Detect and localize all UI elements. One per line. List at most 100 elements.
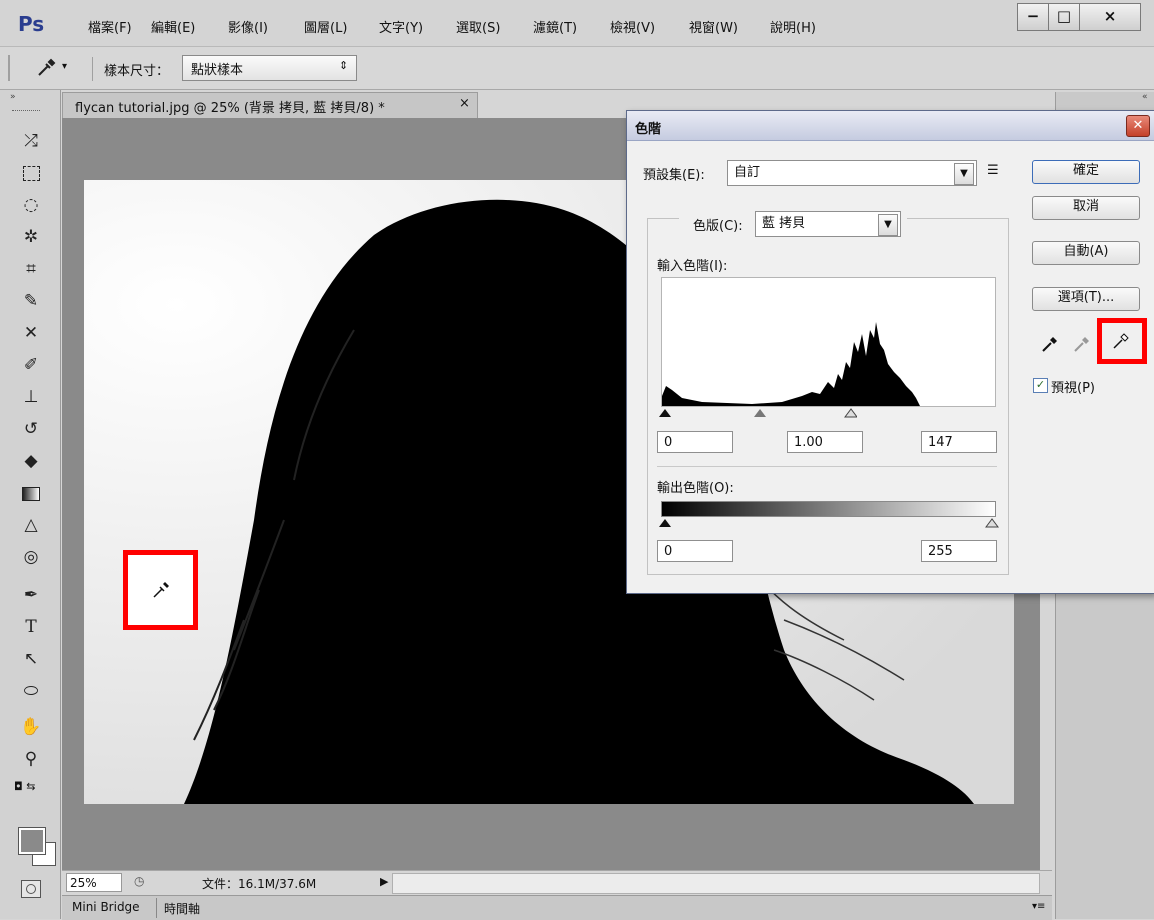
gray-point-eyedropper-icon[interactable] xyxy=(1071,333,1093,355)
output-white-slider[interactable] xyxy=(985,518,999,528)
input-black-field[interactable]: 0 xyxy=(657,431,733,453)
chevron-down-icon: ▼ xyxy=(878,214,898,236)
options-bar: ▾ 樣本尺寸： 點狀樣本 ⇕ xyxy=(0,47,1154,90)
blur-tool-icon[interactable]: △ xyxy=(18,512,44,538)
sample-size-value: 點狀樣本 xyxy=(191,63,244,78)
tab-close-icon[interactable]: × xyxy=(459,96,470,111)
output-black-slider[interactable] xyxy=(659,519,671,527)
menu-edit[interactable]: 編輯(E) xyxy=(151,17,195,36)
divider xyxy=(92,57,93,81)
panel-menu-icon[interactable]: ▾≡ xyxy=(1032,901,1045,912)
input-gamma-field[interactable]: 1.00 xyxy=(787,431,863,453)
dialog-close-button[interactable]: ✕ xyxy=(1126,115,1150,137)
menu-bar: Ps 檔案(F) 編輯(E) 影像(I) 圖層(L) 文字(Y) 選取(S) 濾… xyxy=(0,0,1154,47)
input-white-slider[interactable] xyxy=(844,408,857,418)
move-tool-icon[interactable]: ⤮ xyxy=(18,128,44,154)
menu-type[interactable]: 文字(Y) xyxy=(379,17,423,36)
dialog-title-bar[interactable]: 色階 ✕ xyxy=(627,111,1154,141)
status-bar: 25% ◷ 文件：16.1M/37.6M ▶ xyxy=(62,870,1052,895)
input-black-slider[interactable] xyxy=(659,409,671,417)
maximize-button[interactable]: □ xyxy=(1048,3,1080,31)
input-gamma-slider[interactable] xyxy=(754,409,766,417)
preset-options-icon[interactable]: ☰ xyxy=(987,163,999,178)
status-arrow-icon[interactable]: ▶ xyxy=(380,875,388,888)
preset-value: 自訂 xyxy=(734,165,761,180)
input-white-field[interactable]: 147 xyxy=(921,431,997,453)
zoom-tool-icon[interactable]: ⚲ xyxy=(18,746,44,772)
tools-panel: » ⤮ ◌ ✲ ⌗ ✎ ✕ ✐ ⊥ ↺ ◆ △ ◎ ✒ T ↖ ⬭ ✋ ⚲ ◘ … xyxy=(0,90,61,919)
levels-dialog: 色階 ✕ 預設集(E): 自訂 ▼ ☰ 色版(C): 藍 拷貝 ▼ 輸入色階(I… xyxy=(626,110,1154,594)
stamp-tool-icon[interactable]: ⊥ xyxy=(18,384,44,410)
auto-button[interactable]: 自動(A) xyxy=(1032,241,1140,265)
eyedropper-icon[interactable] xyxy=(34,56,58,80)
channel-label: 色版(C): xyxy=(693,219,743,234)
horizontal-scrollbar[interactable] xyxy=(392,873,1040,894)
lasso-tool-icon[interactable]: ◌ xyxy=(18,192,44,218)
quick-select-tool-icon[interactable]: ✲ xyxy=(18,224,44,250)
menu-select[interactable]: 選取(S) xyxy=(456,17,500,36)
pen-tool-icon[interactable]: ✒ xyxy=(18,582,44,608)
panel-expand-icon[interactable]: « xyxy=(1142,92,1148,102)
select-arrows-icon: ⇕ xyxy=(339,59,349,72)
menu-image[interactable]: 影像(I) xyxy=(228,17,268,36)
options-button[interactable]: 選項(T)... xyxy=(1032,287,1140,311)
menu-filter[interactable]: 濾鏡(T) xyxy=(533,17,577,36)
grip xyxy=(8,55,10,81)
shape-tool-icon[interactable]: ⬭ xyxy=(18,678,44,704)
black-point-eyedropper-icon[interactable] xyxy=(1039,333,1061,355)
tool-preset-chevron-icon[interactable]: ▾ xyxy=(62,61,67,72)
window-close-button[interactable]: × xyxy=(1079,3,1141,31)
output-sliders xyxy=(659,518,999,528)
healing-tool-icon[interactable]: ✕ xyxy=(18,320,44,346)
menu-file[interactable]: 檔案(F) xyxy=(88,17,132,36)
white-eyedropper-cursor-icon xyxy=(153,582,169,598)
channel-value: 藍 拷貝 xyxy=(762,216,806,231)
tab-timeline[interactable]: 時間軸 xyxy=(164,900,200,917)
marquee-tool-icon[interactable] xyxy=(18,160,44,186)
path-select-tool-icon[interactable]: ↖ xyxy=(18,646,44,672)
cancel-button[interactable]: 取消 xyxy=(1032,196,1140,220)
quick-mask-icon[interactable] xyxy=(21,880,41,898)
foreground-color-swatch[interactable] xyxy=(18,827,46,855)
document-tab[interactable]: flycan tutorial.jpg @ 25% (背景 拷貝, 藍 拷貝/8… xyxy=(62,92,478,118)
status-menu-icon[interactable]: ◷ xyxy=(134,874,144,888)
document-size-info: 文件：16.1M/37.6M xyxy=(202,877,317,891)
output-black-field[interactable]: 0 xyxy=(657,540,733,562)
white-point-eyedropper-icon[interactable] xyxy=(1110,330,1134,352)
sample-size-select[interactable]: 點狀樣本 ⇕ xyxy=(182,55,357,81)
dodge-tool-icon[interactable]: ◎ xyxy=(18,544,44,570)
channel-select[interactable]: 藍 拷貝 ▼ xyxy=(755,211,901,237)
panel-collapse-icon[interactable]: » xyxy=(10,92,16,102)
minimize-button[interactable]: − xyxy=(1017,3,1049,31)
preset-label: 預設集(E): xyxy=(643,168,705,183)
chevron-down-icon: ▼ xyxy=(954,163,974,185)
preset-select[interactable]: 自訂 ▼ xyxy=(727,160,977,186)
eraser-tool-icon[interactable]: ◆ xyxy=(18,448,44,474)
output-white-field[interactable]: 255 xyxy=(921,540,997,562)
highlight-eyedropper-cursor xyxy=(123,550,198,630)
bottom-panel-tabs: Mini Bridge 時間軸 ▾≡ xyxy=(62,895,1052,920)
menu-help[interactable]: 說明(H) xyxy=(770,17,816,36)
menu-view[interactable]: 檢視(V) xyxy=(610,17,655,36)
input-levels-label: 輸入色階(I): xyxy=(657,259,728,274)
brush-tool-icon[interactable]: ✐ xyxy=(18,352,44,378)
menu-window[interactable]: 視窗(W) xyxy=(689,17,738,36)
menu-layer[interactable]: 圖層(L) xyxy=(304,17,347,36)
divider xyxy=(156,898,157,918)
hand-tool-icon[interactable]: ✋ xyxy=(18,714,44,740)
type-tool-icon[interactable]: T xyxy=(18,614,44,640)
grip xyxy=(12,110,40,113)
input-sliders xyxy=(659,408,857,418)
output-levels-label: 輸出色階(O): xyxy=(657,481,734,496)
photoshop-logo: Ps xyxy=(18,12,45,36)
preview-checkbox[interactable]: ✓ xyxy=(1033,378,1048,393)
zoom-field[interactable]: 25% xyxy=(66,873,122,892)
crop-tool-icon[interactable]: ⌗ xyxy=(18,256,44,282)
eyedropper-tool-icon[interactable]: ✎ xyxy=(18,288,44,314)
ok-button[interactable]: 確定 xyxy=(1032,160,1140,184)
histogram-graph xyxy=(662,322,920,406)
tab-mini-bridge[interactable]: Mini Bridge xyxy=(72,900,140,914)
gradient-tool-icon[interactable] xyxy=(18,480,44,506)
default-colors-icon[interactable]: ◘ ⇆ xyxy=(14,780,35,793)
history-brush-tool-icon[interactable]: ↺ xyxy=(18,416,44,442)
